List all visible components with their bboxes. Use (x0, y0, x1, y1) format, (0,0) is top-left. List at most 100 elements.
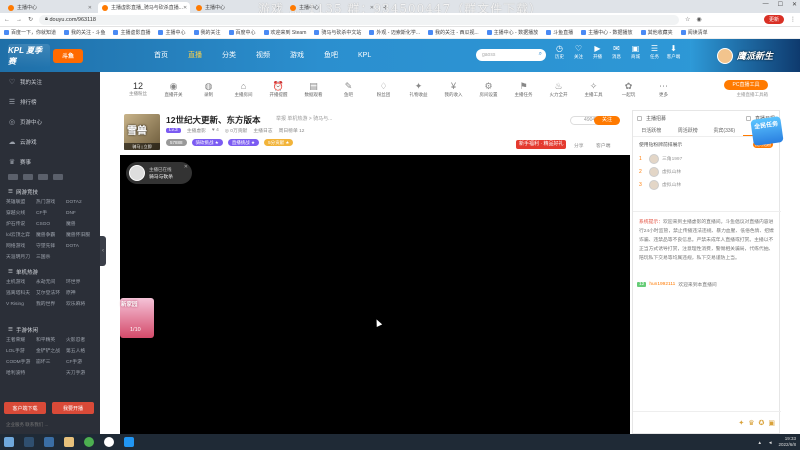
sidebar-category-link[interactable]: 欢乐麻将 (66, 300, 96, 309)
nav-link[interactable]: KPL (348, 39, 381, 72)
sidebar-category-link[interactable]: 魔兽怀旧服 (66, 231, 96, 240)
nav-link[interactable]: 游戏 (280, 39, 314, 72)
client-link[interactable]: 客户端 (596, 142, 610, 149)
sidebar-category-link[interactable]: 第五人格 (66, 347, 96, 356)
bookmark-item[interactable]: 我的关注 (193, 29, 221, 36)
sidebar-category-link[interactable]: CF手游 (66, 358, 96, 367)
sidebar-category-link[interactable]: 王者荣耀 (6, 336, 36, 345)
close-icon[interactable]: ✕ (184, 164, 188, 170)
bookmark-item[interactable]: 主播中心 - 数据播放 (486, 29, 538, 36)
header-action[interactable]: ⬇ 客户端 (666, 44, 681, 60)
anchor-tool[interactable]: ♢ 粉丝团 (366, 80, 401, 98)
bookmark-item[interactable]: 主播中心 - 数据播放 (581, 29, 633, 36)
sidebar-item[interactable]: ☰ 排行榜 (0, 92, 100, 112)
bookmark-item[interactable]: 斗鱼直播 (546, 29, 573, 36)
chrome-icon[interactable] (84, 437, 94, 447)
sidebar-category-link[interactable]: 天刀手游 (66, 369, 96, 378)
anchor-tool[interactable]: ✦ 礼物收益 (401, 80, 436, 98)
sidebar-category-link[interactable]: 环世界 (66, 278, 96, 287)
sidebar-item[interactable]: ♡ 我的关注 (0, 72, 100, 92)
bookmark-item[interactable]: 骑马与砍杀中文站 (314, 29, 361, 36)
nav-link[interactable]: 鱼吧 (314, 39, 348, 72)
anchor-tool[interactable]: ✧ 主播工具 (576, 80, 611, 98)
anchor-tool[interactable]: ▤ 数据观看 (296, 80, 331, 98)
crown-icon[interactable]: ♛ (748, 419, 754, 427)
network-icon[interactable]: ▲ (758, 440, 762, 445)
sidebar-category-link[interactable]: 金铲铲之战 (36, 347, 66, 356)
nav-link[interactable]: 分类 (212, 39, 246, 72)
start-icon[interactable] (4, 437, 14, 447)
update-button[interactable]: 更新 (763, 15, 784, 24)
sidebar-category-link[interactable]: LOL手游 (6, 347, 36, 356)
anchor-log-link[interactable]: 主播日志 (253, 127, 272, 134)
pc-tool-button[interactable]: PC直播工具 (724, 80, 768, 90)
anchor-tool[interactable]: ⋯ 更多 (646, 80, 681, 98)
header-action[interactable]: ▶ 开播 (590, 44, 605, 60)
bookmark-item[interactable]: 阅读清单 (680, 29, 708, 36)
fan-row[interactable]: 1 三角1997 (633, 152, 779, 165)
anchor-tool[interactable]: ✎ 鱼吧 (331, 80, 366, 98)
rank-tab[interactable]: 贵宾(336) (706, 125, 743, 136)
start-broadcast-button[interactable]: 我要开播 (52, 402, 94, 414)
sidebar-category-link[interactable]: 穿越火线 (6, 209, 36, 218)
bookmark-item[interactable]: 百度一下，你就知道 (4, 29, 56, 36)
menu-icon[interactable]: ⋮ (790, 16, 796, 23)
sidebar-category-link[interactable]: 我的世界 (36, 300, 66, 309)
weekly-rank[interactable]: 周日榜单 12 (279, 127, 305, 134)
clock[interactable]: 19:33 2022/6/8 (778, 436, 796, 448)
mission-badge[interactable]: 全民任务 (750, 116, 784, 146)
anchor-tool[interactable]: ◍ 录制 (191, 80, 226, 98)
anchor-name[interactable]: 主播虚影 (187, 127, 206, 134)
anchor-tool[interactable]: ◉ 直播开关 (156, 80, 191, 98)
sidebar-category-link[interactable] (6, 311, 36, 320)
bookmark-item[interactable]: 主播虚影直播 (113, 29, 150, 36)
header-action[interactable]: ♡ 关注 (571, 44, 586, 60)
share-button[interactable]: 分享 (574, 142, 584, 149)
welcome-user[interactable]: hun1992111 (649, 282, 675, 287)
sidebar-category-link[interactable]: CF手 (36, 209, 66, 218)
video-player[interactable]: 主播已在线 骑马与砍杀 ✕ 新家园 1/10 (120, 155, 630, 434)
app-icon[interactable] (44, 437, 54, 447)
event-logo[interactable] (23, 174, 33, 180)
sidebar-category-link[interactable]: DOTA (66, 242, 96, 251)
sidebar-category-link[interactable]: 英雄联盟 (6, 198, 36, 207)
event-logo[interactable] (53, 174, 63, 180)
back-icon[interactable]: ← (4, 17, 10, 23)
stream-category[interactable]: 举报 单机热游 > 骑马与... (276, 115, 332, 122)
sidebar-category-link[interactable]: 天涯明月刀 (6, 253, 36, 262)
obs-icon[interactable] (104, 437, 114, 447)
rank-tab[interactable]: 日活跃榜 (633, 125, 670, 136)
sidebar-category-link[interactable]: DNF (66, 209, 96, 218)
search-input[interactable]: gaoss ⌕ (476, 49, 546, 61)
download-client-button[interactable]: 客户端下载 (4, 402, 46, 414)
bookmark-item[interactable]: 欢迎来到 Steam (263, 29, 306, 36)
sidebar-category-link[interactable]: 哈利波特 (6, 369, 36, 378)
anchor-tool[interactable]: ✿ 一起玩 (611, 80, 646, 98)
sidebar-item[interactable]: ◎ 页游中心 (0, 112, 100, 132)
bookmark-item[interactable]: 我的关注 - 西瓜视... (428, 29, 479, 36)
sidebar-section-title[interactable]: ☰ 手游休闲 (0, 320, 100, 336)
steam-icon[interactable] (24, 437, 34, 447)
stream-badge[interactable]: 5分贡献 ★ (264, 139, 294, 146)
header-action[interactable]: ✉ 消息 (609, 44, 624, 60)
stream-badge[interactable]: 直播挑战 ★ (227, 139, 260, 146)
stream-badge[interactable]: 骑砍挑战 ★ (191, 139, 223, 146)
browser-tab-active[interactable]: 主播虚影直播_骑马与砍杀直播... ✕ (98, 2, 190, 13)
sidebar-category-link[interactable]: 永劫无间 (36, 278, 66, 287)
sidebar-section-title[interactable]: ☰ 网游竞技 (0, 182, 100, 198)
anchor-tool[interactable]: ⚙ 房间设置 (471, 80, 506, 98)
site-logo[interactable]: KPL 夏季赛 斗鱼 (0, 39, 110, 72)
sidebar-category-link[interactable]: 艾尔登法环 (36, 289, 66, 298)
anchor-card[interactable]: 主播已在线 骑马与砍杀 ✕ (126, 162, 192, 184)
bookmark-item[interactable]: 我的关注 - 斗鱼 (64, 29, 105, 36)
sidebar-category-link[interactable]: 三国杀 (36, 253, 66, 262)
anchor-tool[interactable]: ♨ 火力全开 (541, 80, 576, 98)
search-icon[interactable]: ⌕ (539, 51, 542, 58)
stream-badge[interactable]: 57888 (166, 139, 187, 146)
close-icon[interactable]: ✕ (183, 5, 187, 11)
folder-icon[interactable] (64, 437, 74, 447)
sidebar-section-title[interactable]: ☰ 单机热游 (0, 262, 100, 278)
event-logo[interactable] (38, 174, 48, 180)
followers-counter[interactable]: 12 主播粉丝 (120, 81, 156, 97)
browser-tab[interactable]: 主播中心 ✕ (4, 2, 96, 13)
